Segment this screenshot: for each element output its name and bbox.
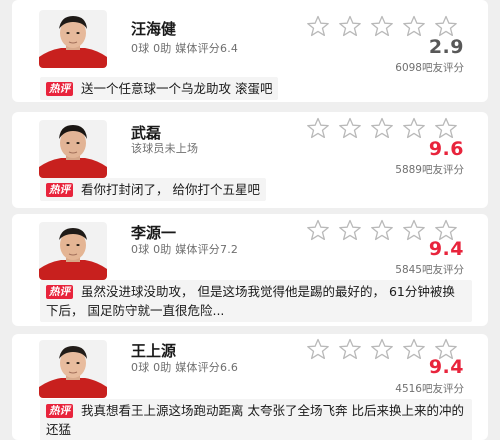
player-card[interactable]: 王上源 0球 0助 媒体评分6.6 9.4 4516吧友评分 热评 我真想看王上源… [12, 334, 488, 440]
player-card[interactable]: 李源一 0球 0助 媒体评分7.2 9.4 5845吧友评分 热评 虽然没进球没助… [12, 214, 488, 326]
hot-comment-text: 送一个任意球一个乌龙助攻 滚蛋吧 [81, 81, 273, 96]
player-card[interactable]: 武磊 该球员未上场 9.6 5889吧友评分 热评 看你打封闭了， 给你打个五星吧 [12, 112, 488, 208]
hot-comment-text: 我真想看王上源这场跑动距离 太夸张了全场飞奔 比后来换上来的冲的还猛 [46, 403, 464, 437]
star-outline-icon[interactable] [337, 15, 363, 37]
star-outline-icon[interactable] [401, 117, 427, 139]
hot-comment[interactable]: 热评 虽然没进球没助攻， 但是这场我觉得他是踢的最好的， 61分钟被换下后， 国足… [40, 280, 472, 322]
fan-score: 2.9 [428, 36, 464, 58]
star-outline-icon[interactable] [337, 219, 363, 241]
player-photo-icon [39, 222, 107, 280]
fan-rating-count: 6098吧友评分 [395, 62, 464, 74]
player-stats: 0球 0助 媒体评分7.2 [131, 243, 239, 256]
player-avatar [39, 340, 107, 398]
hot-comment-text: 虽然没进球没助攻， 但是这场我觉得他是踢的最好的， 61分钟被换下后， 国足防守… [46, 284, 455, 318]
star-outline-icon[interactable] [305, 338, 331, 360]
player-photo-icon [39, 120, 107, 178]
fan-rating-count: 5889吧友评分 [395, 164, 464, 176]
hot-comment-badge: 热评 [46, 404, 73, 418]
star-outline-icon[interactable] [369, 15, 395, 37]
player-avatar [39, 222, 107, 280]
rating-stars[interactable] [305, 15, 459, 37]
star-outline-icon[interactable] [401, 338, 427, 360]
player-name: 李源一 [131, 224, 177, 242]
star-outline-icon[interactable] [337, 117, 363, 139]
player-avatar [39, 120, 107, 178]
hot-comment-badge: 热评 [46, 183, 73, 197]
hot-comment[interactable]: 热评 看你打封闭了， 给你打个五星吧 [40, 178, 266, 201]
star-outline-icon[interactable] [433, 15, 459, 37]
player-stats: 0球 0助 媒体评分6.4 [131, 42, 239, 55]
star-outline-icon[interactable] [401, 219, 427, 241]
player-card[interactable]: 汪海健 0球 0助 媒体评分6.4 2.9 6098吧友评分 热评 送一个任意球一… [12, 0, 488, 102]
fan-rating-count: 4516吧友评分 [395, 383, 464, 395]
player-photo-icon [39, 340, 107, 398]
star-outline-icon[interactable] [305, 117, 331, 139]
star-outline-icon[interactable] [433, 117, 459, 139]
fan-score: 9.4 [428, 356, 464, 378]
player-stats: 0球 0助 媒体评分6.6 [131, 361, 239, 374]
player-stats: 该球员未上场 [131, 142, 199, 155]
hot-comment[interactable]: 热评 送一个任意球一个乌龙助攻 滚蛋吧 [40, 77, 279, 100]
star-outline-icon[interactable] [305, 15, 331, 37]
player-name: 汪海健 [131, 20, 177, 38]
star-outline-icon[interactable] [369, 338, 395, 360]
player-avatar [39, 10, 107, 68]
hot-comment-badge: 热评 [46, 82, 73, 96]
star-outline-icon[interactable] [369, 117, 395, 139]
star-outline-icon[interactable] [401, 15, 427, 37]
player-name: 王上源 [131, 342, 177, 360]
star-outline-icon[interactable] [305, 219, 331, 241]
hot-comment-text: 看你打封闭了， 给你打个五星吧 [81, 182, 260, 197]
star-outline-icon[interactable] [337, 338, 363, 360]
rating-stars[interactable] [305, 117, 459, 139]
hot-comment[interactable]: 热评 我真想看王上源这场跑动距离 太夸张了全场飞奔 比后来换上来的冲的还猛 [40, 399, 472, 440]
fan-score: 9.6 [428, 138, 464, 160]
fan-rating-count: 5845吧友评分 [395, 264, 464, 276]
fan-score: 9.4 [428, 238, 464, 260]
hot-comment-badge: 热评 [46, 285, 73, 299]
star-outline-icon[interactable] [369, 219, 395, 241]
player-photo-icon [39, 10, 107, 68]
